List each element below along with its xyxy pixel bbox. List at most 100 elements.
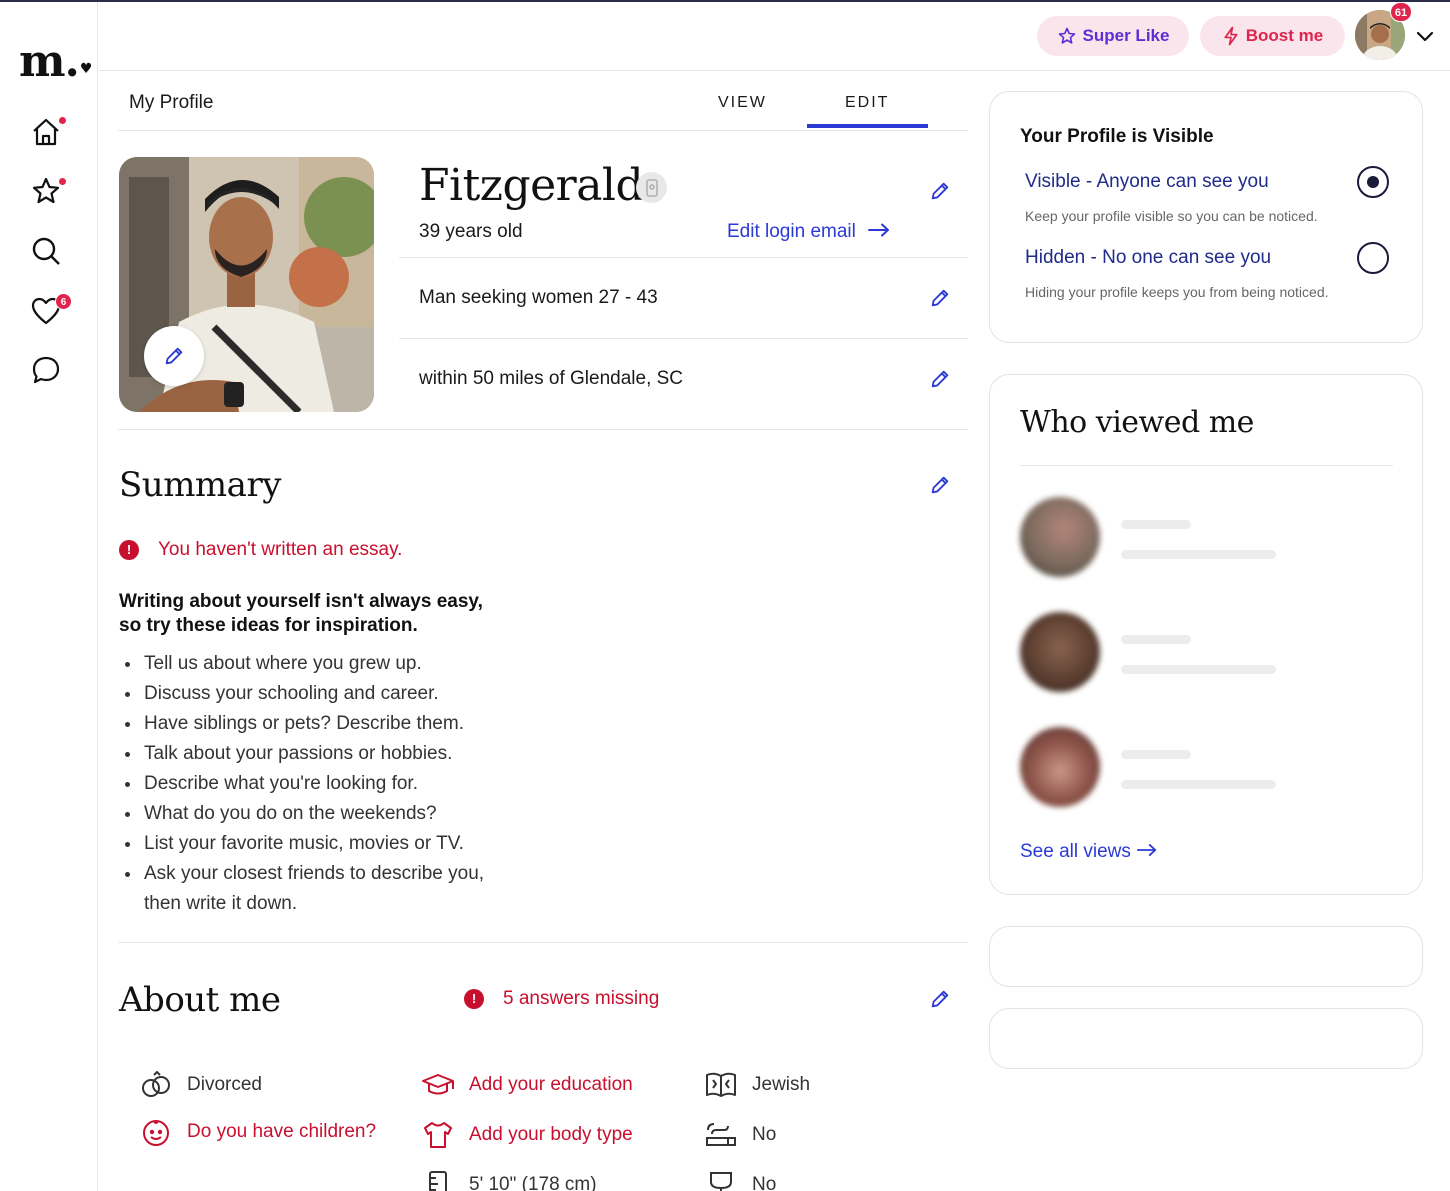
nav-home[interactable]	[30, 116, 67, 152]
profile-tabs: My Profile VIEW EDIT	[118, 72, 968, 131]
about-height[interactable]: 5' 10" (178 cm)	[421, 1170, 597, 1191]
list-item: Have siblings or pets? Describe them.	[125, 709, 544, 739]
religion-label: Jewish	[752, 1074, 811, 1095]
divider	[399, 338, 968, 339]
divider	[1020, 465, 1393, 466]
edit-photo-button[interactable]	[144, 326, 204, 386]
verify-photo-badge[interactable]	[636, 172, 667, 203]
edit-login-email-link[interactable]: Edit login email	[727, 221, 891, 243]
about-religion[interactable]: Jewish	[704, 1070, 810, 1100]
phone-verify-icon	[645, 178, 658, 197]
nav-likes[interactable]: 6	[30, 293, 72, 331]
favorites-notification-dot	[58, 177, 67, 186]
divider	[118, 942, 968, 943]
see-all-views-link[interactable]: See all views	[1020, 841, 1158, 863]
book-icon	[706, 1072, 736, 1097]
placeholder-card	[989, 1008, 1423, 1069]
list-item: Ask your closest friends to describe you…	[125, 859, 524, 919]
children-label: Do you have children?	[187, 1121, 377, 1142]
hidden-option-label[interactable]: Hidden - No one can see you	[1025, 247, 1271, 269]
about-warning: 5 answers missing	[503, 988, 660, 1009]
skeleton-line	[1121, 635, 1191, 644]
skeleton-line	[1121, 665, 1276, 674]
boost-label: Boost me	[1245, 26, 1324, 45]
tips-list: Tell us about where you grew up. Discuss…	[125, 649, 544, 919]
edit-about-pencil-icon[interactable]	[929, 988, 951, 1010]
body-type-label: Add your body type	[469, 1124, 633, 1145]
lightning-icon	[1224, 26, 1238, 46]
chat-bubble-icon	[32, 356, 60, 384]
arrow-right-icon	[1137, 844, 1157, 856]
visibility-title: Your Profile is Visible	[1020, 126, 1214, 147]
arrow-right-icon	[868, 223, 890, 237]
about-smoking[interactable]: No	[704, 1120, 776, 1150]
about-drinking[interactable]: No	[704, 1170, 776, 1191]
see-all-views-label: See all views	[1020, 841, 1131, 862]
skeleton-line	[1121, 750, 1191, 759]
list-item: Discuss your schooling and career.	[125, 679, 544, 709]
boost-button[interactable]: Boost me	[1200, 16, 1345, 56]
hidden-option-description: Hiding your profile keeps you from being…	[1025, 284, 1329, 300]
profile-age: 39 years old	[419, 221, 523, 242]
edit-name-pencil-icon[interactable]	[929, 180, 951, 202]
super-like-button[interactable]: Super Like	[1037, 16, 1189, 56]
visible-option-label[interactable]: Visible - Anyone can see you	[1025, 171, 1269, 193]
tips-heading-line-1: Writing about yourself isn't always easy…	[119, 591, 483, 612]
viewer-avatar-blurred[interactable]	[1020, 612, 1100, 692]
nav-messages[interactable]	[30, 354, 66, 390]
tips-heading: Writing about yourself isn't always easy…	[119, 590, 483, 638]
chevron-down-icon[interactable]	[1413, 24, 1437, 48]
skeleton-line	[1121, 780, 1276, 789]
list-item: List your favorite music, movies or TV.	[125, 829, 544, 859]
tab-edit[interactable]: EDIT	[845, 94, 889, 112]
about-children[interactable]: Do you have children?	[139, 1117, 379, 1147]
marital-label: Divorced	[187, 1074, 262, 1095]
ruler-icon	[429, 1171, 447, 1191]
alert-icon: !	[119, 540, 139, 560]
skeleton-line	[1121, 550, 1276, 559]
baby-face-icon	[143, 1120, 169, 1146]
location-preference: within 50 miles of Glendale, SC	[419, 368, 684, 389]
skeleton-line	[1121, 520, 1191, 529]
list-item: Tell us about where you grew up.	[125, 649, 544, 679]
tab-view[interactable]: VIEW	[718, 94, 767, 112]
list-item: Talk about your passions or hobbies.	[125, 739, 544, 769]
graduation-cap-icon	[422, 1074, 454, 1095]
about-education[interactable]: Add your education	[421, 1070, 633, 1100]
star-outline-icon	[1058, 27, 1075, 44]
tips-heading-line-2: so try these ideas for inspiration.	[119, 615, 418, 636]
list-item: Describe what you're looking for.	[125, 769, 544, 799]
divider	[118, 429, 968, 430]
alert-icon: !	[464, 989, 484, 1009]
about-me-title: About me	[119, 980, 281, 1020]
viewer-avatar-blurred[interactable]	[1020, 497, 1100, 577]
smoking-label: No	[752, 1124, 777, 1145]
divider	[399, 257, 968, 258]
list-item: What do you do on the weekends?	[125, 799, 544, 829]
smoking-icon	[706, 1123, 736, 1146]
about-body-type[interactable]: Add your body type	[421, 1120, 633, 1150]
edit-summary-pencil-icon[interactable]	[929, 474, 951, 496]
tab-active-indicator	[807, 124, 928, 128]
nav-search[interactable]	[30, 235, 66, 271]
visible-radio[interactable]	[1357, 166, 1389, 198]
pencil-icon	[165, 347, 183, 365]
nav-favorites[interactable]	[30, 175, 67, 211]
viewer-avatar-blurred[interactable]	[1020, 727, 1100, 807]
app-logo[interactable]: m.♥	[19, 40, 92, 84]
hidden-radio[interactable]	[1357, 242, 1389, 274]
edit-seeking-pencil-icon[interactable]	[929, 287, 951, 309]
glass-icon	[710, 1172, 732, 1191]
summary-warning: You haven't written an essay.	[158, 539, 403, 560]
edit-location-pencil-icon[interactable]	[929, 368, 951, 390]
avatar-notification-badge: 61	[1390, 2, 1412, 22]
rings-icon	[142, 1070, 170, 1097]
height-label: 5' 10" (178 cm)	[469, 1174, 597, 1191]
profile-name: Fitzgerald	[419, 160, 644, 211]
super-like-label: Super Like	[1082, 26, 1170, 45]
seeking-preference: Man seeking women 27 - 43	[419, 287, 658, 308]
top-header: Super Like Boost me 61	[99, 2, 1450, 71]
edit-login-email-label: Edit login email	[727, 221, 856, 242]
page-title: My Profile	[129, 92, 214, 113]
about-marital-status[interactable]: Divorced	[139, 1070, 262, 1100]
